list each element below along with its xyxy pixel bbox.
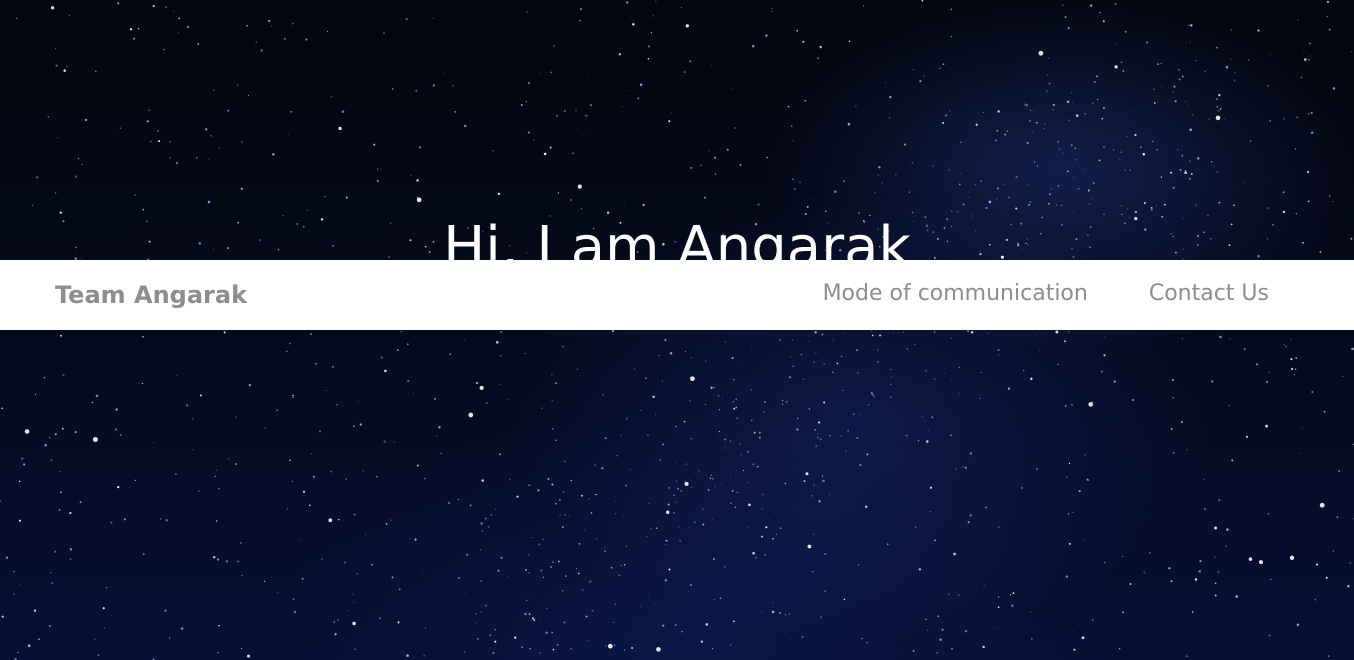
top-navbar: Team Angarak Mode of communication Conta…	[0, 260, 1354, 330]
starry-sky-background	[0, 0, 1354, 660]
brand-link[interactable]: Team Angarak	[55, 260, 247, 330]
hero-section: Hi, I am Angarak	[0, 0, 1354, 660]
nav-link-mode-of-communication[interactable]: Mode of communication	[823, 259, 1088, 329]
nav-link-contact-us[interactable]: Contact Us	[1149, 259, 1269, 329]
nav-links: Mode of communication Contact Us	[823, 260, 1269, 330]
